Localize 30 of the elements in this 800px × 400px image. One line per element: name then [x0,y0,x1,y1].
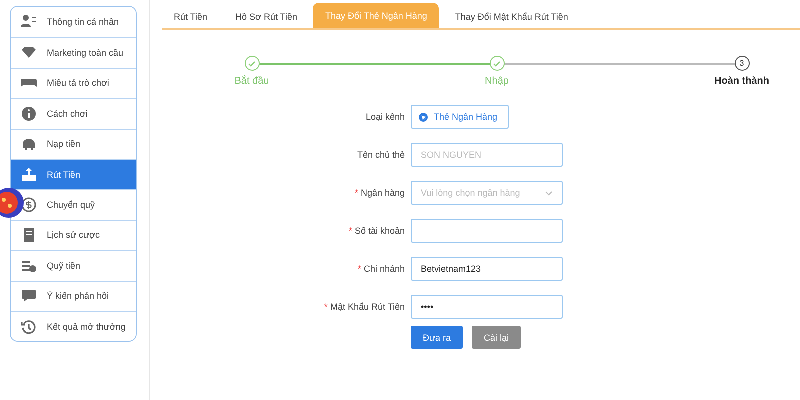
field-label: * Chi nhánh [356,264,405,274]
radio-option[interactable]: Thẻ Ngân Hàng [411,105,509,129]
field-label: * Số tài khoản [348,226,405,236]
step-label: Nhập [485,76,509,87]
chat-icon [21,288,37,304]
input-field[interactable]: •••• [411,295,563,319]
field-label: * Mật Khẩu Rút Tiền [323,302,405,312]
field-label: Tên chủ thẻ [356,150,405,160]
upload-icon [21,166,37,183]
field-label: * Ngân hàng [354,188,405,198]
step-number: 3 [734,56,750,71]
field-label: Loại kênh [364,112,405,122]
input-field[interactable]: SON NGUYEN [411,143,563,167]
sidebar-item[interactable]: Rút Tiền [11,158,136,190]
history-icon [21,318,37,335]
tab[interactable]: Hồ Sơ Rút Tiền [224,6,310,28]
document-icon [21,227,37,244]
tab[interactable]: Thay Đổi Mật Khẩu Rút Tiền [443,6,580,28]
step-label: Hoàn thành [714,76,770,87]
sidebar-item[interactable]: Kết quả mở thưởng [11,310,136,342]
input-field[interactable]: Betvietnam123 [411,257,563,281]
submit-button[interactable]: Đưa ra [411,326,464,349]
info-icon [21,106,37,122]
dollar-icon [21,197,37,214]
floating-dice-menu[interactable] [0,186,24,220]
chevron-down-icon [545,190,553,196]
step-label: Bắt đầu [234,76,270,87]
input-field[interactable] [411,219,563,243]
tab[interactable]: Rút Tiền [162,6,220,28]
sidebar-item[interactable]: Thông tin cá nhân [11,7,136,38]
